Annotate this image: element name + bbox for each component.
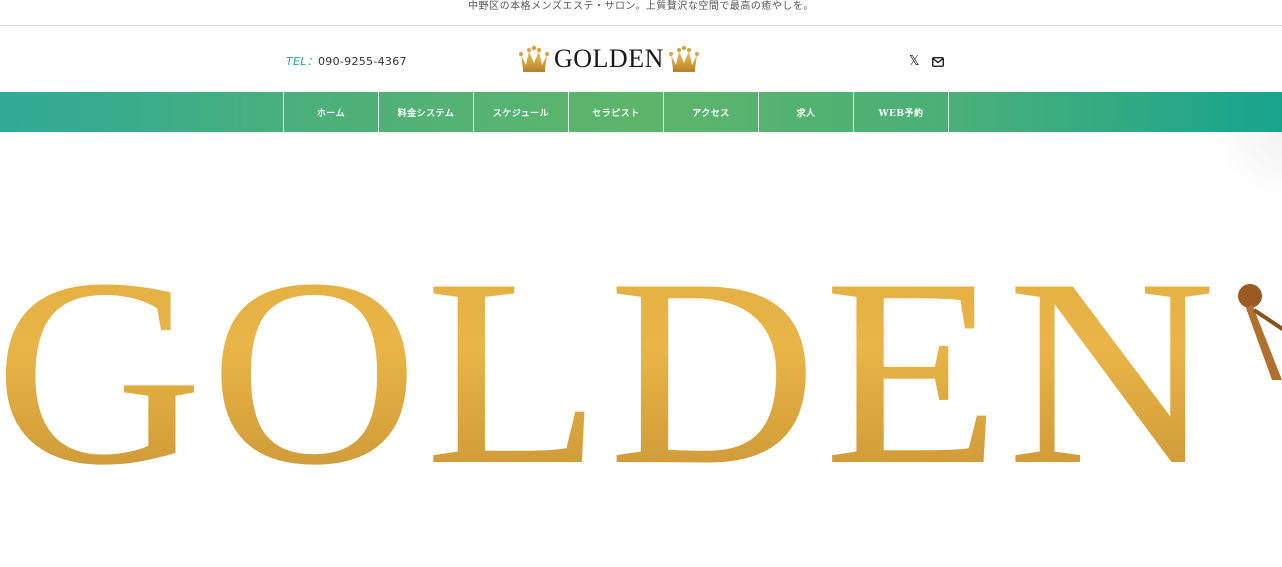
hero-banner-text: GOLDEN xyxy=(0,238,1223,506)
nav-item-pricing[interactable]: 料金システム xyxy=(379,92,474,132)
phone-contact[interactable]: TEL：090-9255-4367 xyxy=(286,53,407,69)
site-tagline: 中野区の本格メンズエステ・サロン。上質贅沢な空間で最高の癒やしを。 xyxy=(468,1,814,12)
nav-list: ホーム 料金システム スケジュール セラピスト アクセス 求人 WEB予約 xyxy=(283,92,949,132)
social-links: 𝕏 xyxy=(909,52,945,71)
main-nav: ホーム 料金システム スケジュール セラピスト アクセス 求人 WEB予約 xyxy=(0,92,1282,132)
nav-item-web-booking[interactable]: WEB予約 xyxy=(854,92,949,132)
crown-icon xyxy=(668,45,700,73)
nav-item-recruit[interactable]: 求人 xyxy=(759,92,854,132)
nav-item-therapists[interactable]: セラピスト xyxy=(569,92,664,132)
logo-text: GOLDEN xyxy=(554,44,664,73)
tel-number[interactable]: 090-9255-4367 xyxy=(318,55,407,68)
site-header: TEL：090-9255-4367 GOLDEN 𝕏 xyxy=(0,26,1282,92)
x-icon[interactable]: 𝕏 xyxy=(909,54,919,69)
site-logo[interactable]: GOLDEN xyxy=(518,42,700,76)
top-bar: 中野区の本格メンズエステ・サロン。上質贅沢な空間で最高の癒やしを。 xyxy=(0,0,1282,26)
mail-icon[interactable] xyxy=(932,52,945,71)
crown-icon xyxy=(518,45,550,73)
nav-item-access[interactable]: アクセス xyxy=(664,92,759,132)
hero-corner-shade xyxy=(1202,132,1282,192)
tel-label: TEL： xyxy=(286,55,318,68)
crown-icon xyxy=(1232,270,1282,384)
hero-banner: GOLDEN xyxy=(0,132,1282,567)
nav-item-home[interactable]: ホーム xyxy=(284,92,379,132)
nav-item-schedule[interactable]: スケジュール xyxy=(474,92,569,132)
